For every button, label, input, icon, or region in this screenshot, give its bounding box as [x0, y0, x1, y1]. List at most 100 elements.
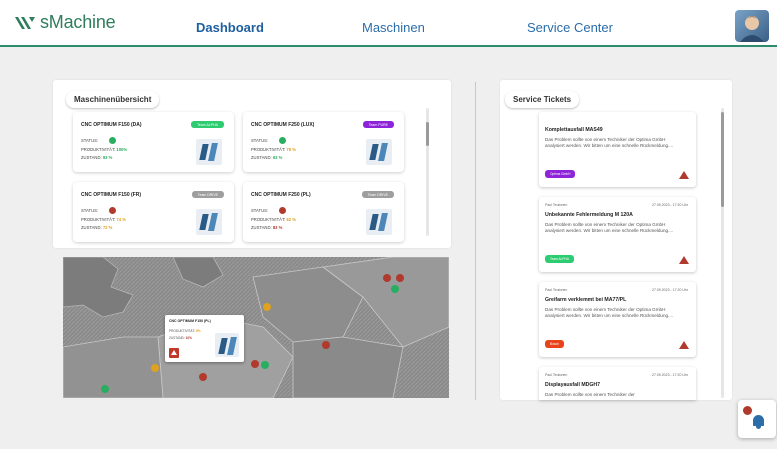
state-row: ZUSTAND: 72 %: [81, 225, 112, 230]
map-marker[interactable]: [151, 364, 159, 372]
state-label: ZUSTAND:: [251, 225, 272, 230]
machine-image: [196, 209, 222, 235]
state-value: 72 %: [102, 225, 113, 230]
popup-title: CNC OPTIMUM F150 (PL): [169, 319, 211, 323]
popup-state: ZUSTAND: 10%: [169, 336, 192, 340]
ticket-title: Komplettausfall MAS49: [545, 127, 603, 133]
ticket-author: Paul Teutonen: [545, 373, 568, 377]
top-navigation-bar: sMachine Dashboard Maschinen Service Cen…: [0, 0, 777, 47]
tickets-scrollbar-thumb[interactable]: [721, 112, 724, 207]
logo-icon: [15, 16, 35, 29]
overview-scrollbar-thumb[interactable]: [426, 122, 429, 146]
ticket-title: Greifarm verklemmt bei MA77/PL: [545, 297, 627, 303]
state-label: ZUSTAND:: [81, 155, 102, 160]
ticket-author: Paul Teutonen: [545, 288, 568, 292]
map-marker[interactable]: [383, 274, 391, 282]
productivity-value: 100%: [116, 147, 128, 152]
team-badge: Team PURE: [362, 121, 394, 128]
state-row: ZUSTAND: 93 %: [81, 155, 112, 160]
machine-card[interactable]: CNC OPTIMUM F250 (PL) Team DRIVE STATUS:…: [243, 182, 404, 242]
machine-image: [196, 139, 222, 165]
popup-machine-image: [215, 333, 239, 357]
ticket-team-badge: Optima GmbH: [545, 170, 576, 178]
map-marker[interactable]: [101, 385, 109, 393]
popup-productivity-label: PRODUKTIVITÄT:: [169, 329, 196, 333]
status-label: STATUS:: [251, 208, 269, 213]
productivity-label: PRODUKTIVITÄT:: [81, 147, 116, 152]
productivity-value: 74 %: [116, 217, 126, 222]
productivity-row: PRODUKTIVITÄT: 82 %: [251, 217, 296, 222]
status-indicator: [279, 207, 286, 214]
nav-service-center[interactable]: Service Center: [527, 20, 613, 35]
ticket-description: Das Problem sollte von einem Techniker d…: [545, 137, 674, 148]
ticket-description: Das Problem sollte von einem Techniker d…: [545, 307, 674, 318]
productivity-row: PRODUKTIVITÄT: 78 %: [251, 147, 296, 152]
ticket-date: 27.09.2023 - 17:20 Uhr: [652, 203, 688, 207]
ticket-card[interactable]: Komplettausfall MAS49 Das Problem sollte…: [539, 112, 696, 187]
avatar-image: [740, 16, 764, 42]
ticket-date: 27.09.2023 - 17:20 Uhr: [652, 373, 688, 377]
service-tickets-title: Service Tickets: [505, 91, 580, 108]
machine-card[interactable]: CNC OPTIMUM F250 (LUX) Team PURE STATUS:…: [243, 112, 404, 172]
map-marker[interactable]: [199, 373, 207, 381]
ticket-card[interactable]: Paul Teutonen 27.09.2023 - 17:20 Uhr Unb…: [539, 197, 696, 272]
team-badge: Team DRIVE: [361, 191, 394, 198]
notification-dot: [743, 406, 752, 415]
popup-state-value: 10%: [185, 336, 192, 340]
map-marker[interactable]: [391, 285, 399, 293]
warning-icon: [679, 341, 689, 349]
status-label: STATUS:: [81, 138, 99, 143]
ticket-card[interactable]: Paul Teutonen 27.09.2023 - 17:20 Uhr Gre…: [539, 282, 696, 357]
productivity-value: 82 %: [286, 217, 296, 222]
state-row: ZUSTAND: 83 %: [251, 225, 282, 230]
ticket-title: Unbekannte Fehlermeldung M 120A: [545, 212, 633, 218]
map-marker[interactable]: [263, 303, 271, 311]
state-value: 93 %: [102, 155, 113, 160]
map-background: [63, 257, 449, 398]
productivity-label: PRODUKTIVITÄT:: [251, 147, 286, 152]
status-indicator: [109, 137, 116, 144]
ticket-team-badge: Bosch: [545, 340, 564, 348]
ticket-description: Das Problem sollte von einem Techniker d…: [545, 222, 674, 233]
machine-image: [366, 209, 392, 235]
ticket-description: Das Problem sollte von einem Techniker d…: [545, 392, 635, 397]
state-value: 93 %: [272, 155, 283, 160]
warning-icon: [169, 348, 179, 358]
productivity-row: PRODUKTIVITÄT: 100%: [81, 147, 127, 152]
map-marker[interactable]: [261, 361, 269, 369]
status-indicator: [109, 207, 116, 214]
map-marker[interactable]: [251, 360, 259, 368]
popup-state-label: ZUSTAND:: [169, 336, 185, 340]
panel-divider: [475, 82, 476, 400]
bell-icon: [753, 415, 764, 429]
machine-name: CNC OPTIMUM F150 (FR): [81, 192, 141, 198]
logo[interactable]: sMachine: [14, 12, 116, 33]
popup-productivity: PRODUKTIVITÄT: 6%: [169, 329, 201, 333]
machine-card[interactable]: CNC OPTIMUM F150 (DA) Team ALPHA STATUS:…: [73, 112, 234, 172]
team-badge: Team ALPHA: [191, 121, 224, 128]
ticket-date: 27.09.2023 - 17:20 Uhr: [652, 288, 688, 292]
productivity-value: 78 %: [286, 147, 296, 152]
ticket-team-badge: Team ALPHA: [545, 255, 574, 263]
machine-name: CNC OPTIMUM F150 (DA): [81, 122, 142, 128]
productivity-label: PRODUKTIVITÄT:: [251, 217, 286, 222]
machine-map[interactable]: [63, 257, 449, 398]
machine-card[interactable]: CNC OPTIMUM F150 (FR) Team DRIVE STATUS:…: [73, 182, 234, 242]
nav-dashboard[interactable]: Dashboard: [196, 20, 264, 35]
ticket-card[interactable]: Paul Teutonen 27.09.2023 - 17:20 Uhr Dis…: [539, 367, 696, 400]
status-indicator: [279, 137, 286, 144]
map-marker[interactable]: [396, 274, 404, 282]
map-marker[interactable]: [322, 341, 330, 349]
notifications-button[interactable]: [738, 400, 776, 438]
machine-image: [366, 139, 392, 165]
status-label: STATUS:: [251, 138, 269, 143]
map-popup[interactable]: CNC OPTIMUM F150 (PL) PRODUKTIVITÄT: 6% …: [165, 315, 244, 362]
nav-maschinen[interactable]: Maschinen: [362, 20, 425, 35]
machine-overview-title: Maschinenübersicht: [66, 91, 160, 108]
state-value: 83 %: [272, 225, 283, 230]
user-avatar[interactable]: [735, 10, 769, 42]
ticket-author: Paul Teutonen: [545, 203, 568, 207]
team-badge: Team DRIVE: [191, 191, 224, 198]
machine-name: CNC OPTIMUM F250 (PL): [251, 192, 311, 198]
warning-icon: [679, 256, 689, 264]
